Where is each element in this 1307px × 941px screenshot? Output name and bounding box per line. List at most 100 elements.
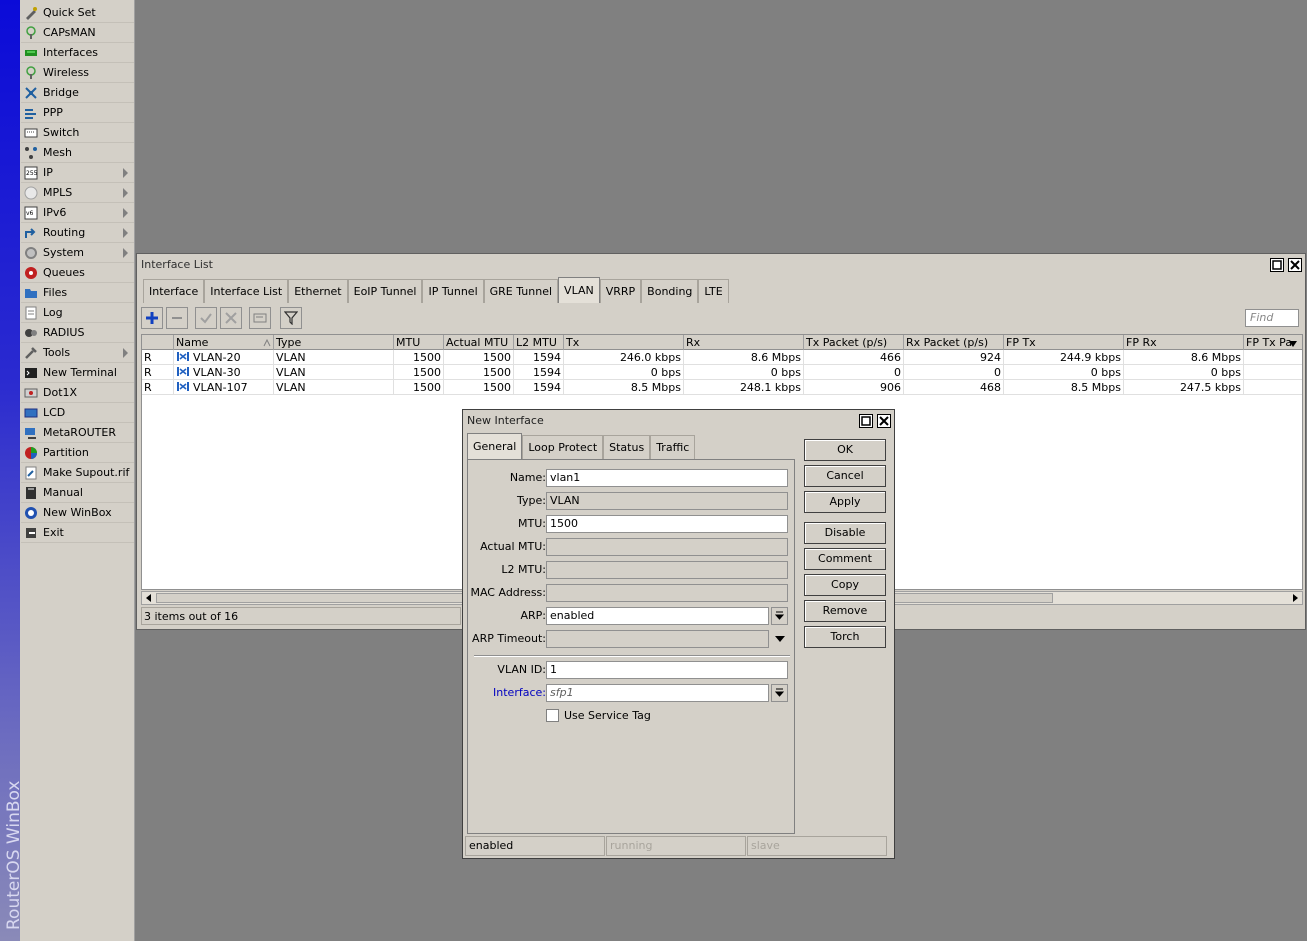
add-button[interactable]	[141, 307, 163, 329]
sidebar-item-files[interactable]: Files	[21, 283, 134, 303]
column-header[interactable]: FP Tx	[1004, 335, 1124, 350]
column-header[interactable]: L2 MTU	[514, 335, 564, 350]
tab-interface-list[interactable]: Interface List	[204, 279, 289, 303]
tab-ip-tunnel[interactable]: IP Tunnel	[422, 279, 484, 303]
vlan-id-label: VLAN ID:	[497, 663, 546, 676]
sidebar-item-tools[interactable]: Tools	[21, 343, 134, 363]
sidebar-item-partition[interactable]: Partition	[21, 443, 134, 463]
interface-label-link[interactable]: Interface:	[493, 684, 546, 702]
column-header[interactable]: Tx Packet (p/s)	[804, 335, 904, 350]
sidebar-item-capsman[interactable]: CAPsMAN	[21, 23, 134, 43]
sidebar-item-exit[interactable]: Exit	[21, 523, 134, 543]
column-header[interactable]: Name	[174, 335, 274, 350]
expand-arrow-icon[interactable]	[774, 634, 786, 644]
copy-button[interactable]: Copy	[804, 574, 886, 596]
cell-name: VLAN-20	[174, 350, 274, 365]
sidebar-item-ip[interactable]: 255 IP	[21, 163, 134, 183]
table-row[interactable]: R VLAN-107 VLAN 1500 1500 1594 8.5 Mbps 248.1 k…	[142, 380, 1302, 395]
column-header[interactable]: MTU	[394, 335, 444, 350]
enable-button[interactable]	[195, 307, 217, 329]
submenu-arrow-icon	[123, 248, 128, 258]
close-button[interactable]	[1288, 258, 1302, 272]
interface-select[interactable]: sfp1	[546, 684, 769, 702]
maximize-button[interactable]	[1270, 258, 1284, 272]
interface-dropdown-button[interactable]	[771, 684, 788, 702]
dialog-tab-loop-protect[interactable]: Loop Protect	[522, 435, 604, 459]
sidebar-item-label: RADIUS	[43, 326, 85, 339]
sidebar-item-wireless[interactable]: Wireless	[21, 63, 134, 83]
mtu-input[interactable]: 1500	[546, 515, 788, 533]
vlan-id-row: VLAN ID: 1	[468, 661, 796, 679]
sidebar-item-interfaces[interactable]: Interfaces	[21, 43, 134, 63]
tab-bonding[interactable]: Bonding	[641, 279, 699, 303]
sidebar-item-switch[interactable]: Switch	[21, 123, 134, 143]
sidebar-item-dot1x[interactable]: Dot1X	[21, 383, 134, 403]
column-header[interactable]	[142, 335, 174, 350]
cell-fp-rx: 8.6 Mbps	[1124, 350, 1244, 365]
torch-button[interactable]: Torch	[804, 626, 886, 648]
sidebar-item-mpls[interactable]: MPLS	[21, 183, 134, 203]
sidebar-item-system[interactable]: System	[21, 243, 134, 263]
sidebar-item-bridge[interactable]: Bridge	[21, 83, 134, 103]
column-header[interactable]: Actual MTU	[444, 335, 514, 350]
table-row[interactable]: R VLAN-30 VLAN 1500 1500 1594 0 bps 0 bps 0 0 0 bp…	[142, 365, 1302, 380]
cell-type: VLAN	[274, 350, 394, 365]
dialog-close-button[interactable]	[877, 414, 891, 428]
tab-ethernet[interactable]: Ethernet	[288, 279, 348, 303]
sidebar-item-ppp[interactable]: PPP	[21, 103, 134, 123]
sidebar-item-make-supout-rif[interactable]: Make Supout.rif	[21, 463, 134, 483]
sidebar-item-new-terminal[interactable]: New Terminal	[21, 363, 134, 383]
filter-button[interactable]	[280, 307, 302, 329]
column-header[interactable]: Tx	[564, 335, 684, 350]
arp-dropdown-button[interactable]	[771, 607, 788, 625]
comment-button[interactable]	[249, 307, 271, 329]
ppp-icon	[24, 106, 38, 120]
dialog-tab-traffic[interactable]: Traffic	[650, 435, 696, 459]
sidebar-item-metarouter[interactable]: MetaROUTER	[21, 423, 134, 443]
table-row[interactable]: R VLAN-20 VLAN 1500 1500 1594 246.0 kbps 8.6 Mb…	[142, 350, 1302, 365]
cancel-button[interactable]: Cancel	[804, 465, 886, 487]
svg-text:v6: v6	[26, 210, 34, 217]
cross-icon	[225, 312, 237, 324]
sidebar-item-quick-set[interactable]: Quick Set	[21, 3, 134, 23]
dialog-maximize-button[interactable]	[859, 414, 873, 428]
vlan-id-input[interactable]: 1	[546, 661, 788, 679]
apply-button[interactable]: Apply	[804, 491, 886, 513]
name-input[interactable]: vlan1	[546, 469, 788, 487]
sidebar-item-new-winbox[interactable]: New WinBox	[21, 503, 134, 523]
column-header[interactable]: Rx Packet (p/s)	[904, 335, 1004, 350]
sidebar-item-queues[interactable]: Queues	[21, 263, 134, 283]
disable-button[interactable]: Disable	[804, 522, 886, 544]
sidebar-item-radius[interactable]: RADIUS	[21, 323, 134, 343]
service-tag-row: Use Service Tag	[468, 707, 796, 725]
ok-button[interactable]: OK	[804, 439, 886, 461]
disable-button[interactable]	[220, 307, 242, 329]
cell-actual-mtu: 1500	[444, 380, 514, 395]
find-input[interactable]: Find	[1245, 309, 1299, 327]
sidebar-item-manual[interactable]: Manual	[21, 483, 134, 503]
sidebar-item-mesh[interactable]: Mesh	[21, 143, 134, 163]
sidebar-item-log[interactable]: Log	[21, 303, 134, 323]
arp-select[interactable]: enabled	[546, 607, 769, 625]
tab-vlan[interactable]: VLAN	[558, 277, 600, 303]
dialog-tab-status[interactable]: Status	[603, 435, 651, 459]
use-service-tag-checkbox[interactable]	[546, 709, 559, 722]
cell-mtu: 1500	[394, 365, 444, 380]
remove-button[interactable]: Remove	[804, 600, 886, 622]
tab-interface[interactable]: Interface	[143, 279, 205, 303]
sidebar-item-routing[interactable]: Routing	[21, 223, 134, 243]
tab-vrrp[interactable]: VRRP	[599, 279, 642, 303]
tab-gre-tunnel[interactable]: GRE Tunnel	[483, 279, 559, 303]
cell-flag: R	[142, 380, 174, 395]
sidebar-item-ipv6[interactable]: v6 IPv6	[21, 203, 134, 223]
comment-button[interactable]: Comment	[804, 548, 886, 570]
column-header[interactable]: Rx	[684, 335, 804, 350]
sidebar-item-lcd[interactable]: LCD	[21, 403, 134, 423]
tab-eoip-tunnel[interactable]: EoIP Tunnel	[347, 279, 423, 303]
column-header[interactable]: FP Rx	[1124, 335, 1244, 350]
cell-tx-pps: 906	[804, 380, 904, 395]
tab-lte[interactable]: LTE	[698, 279, 729, 303]
remove-button[interactable]	[166, 307, 188, 329]
column-header[interactable]: Type	[274, 335, 394, 350]
dialog-tab-general[interactable]: General	[467, 433, 523, 459]
